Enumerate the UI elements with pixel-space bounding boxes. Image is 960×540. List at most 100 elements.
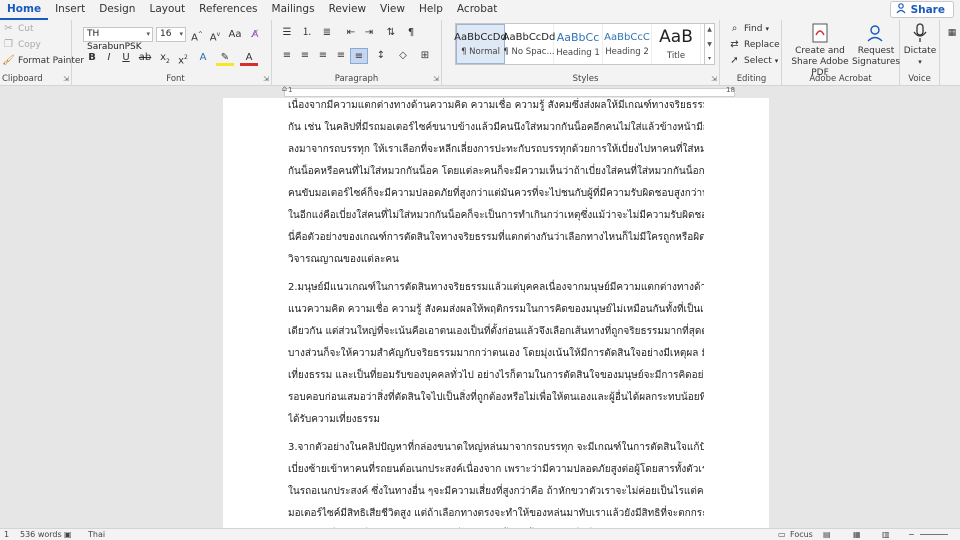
chevron-down-icon[interactable]: ▼ bbox=[707, 41, 712, 48]
font-name-select[interactable]: TH SarabunPSK ▾ bbox=[83, 27, 153, 52]
clipboard-launcher-icon[interactable]: ⇲ bbox=[63, 75, 69, 83]
tab-acrobat[interactable]: Acrobat bbox=[450, 0, 505, 20]
style-heading-2[interactable]: AaBbCcC Heading 2 bbox=[603, 24, 652, 64]
style-heading-1[interactable]: AaBbCc Heading 1 bbox=[554, 24, 603, 64]
language-indicator[interactable]: Thai bbox=[88, 530, 105, 539]
change-case-icon[interactable]: Aa bbox=[226, 27, 244, 43]
shading-icon[interactable]: ◇ bbox=[394, 48, 412, 64]
document-line[interactable]: 3.จากตัวอย่างในคลิปปัญหาที่กล่องขนาดใหญ่… bbox=[288, 438, 704, 460]
document-line[interactable]: ลงมาจากรถบรรทุก ให้เราเลือกที่จะหลีกเลี่… bbox=[288, 140, 704, 162]
bullets-icon[interactable]: ☰ bbox=[278, 25, 296, 41]
bold-icon[interactable]: B bbox=[83, 50, 101, 66]
document-line[interactable]: ในอีกแง่คือเบี่ยงใส่คนที่ไม่ใส่หมวกกันน็… bbox=[288, 206, 704, 228]
document-line[interactable]: บางส่วนก็จะให้ความสำคัญกับจริยธรรมมากกว่… bbox=[288, 344, 704, 366]
tab-layout[interactable]: Layout bbox=[142, 0, 192, 20]
document-line[interactable]: เนื่องจากมีความแตกต่างทางด้านความคิด ควา… bbox=[288, 98, 704, 118]
font-size-select[interactable]: 16 ▾ bbox=[156, 27, 186, 42]
align-left-icon[interactable]: ≡ bbox=[278, 48, 296, 64]
style-no-spacing[interactable]: AaBbCcDd ¶ No Spac... bbox=[503, 24, 555, 64]
italic-icon[interactable]: I bbox=[100, 50, 118, 66]
print-layout-icon[interactable]: ▦ bbox=[853, 530, 861, 539]
indent-marker-icon[interactable]: ⌂ bbox=[282, 84, 287, 93]
borders-icon[interactable]: ⊞ bbox=[416, 48, 434, 64]
document-line[interactable]: เบี่ยงซ้ายเข้าหาคนที่รถยนต์อเนกประสงค์เน… bbox=[288, 460, 704, 482]
document-page[interactable]: เนื่องจากมีความแตกต่างทางด้านความคิด ควา… bbox=[223, 98, 769, 528]
zoom-slider[interactable] bbox=[920, 534, 948, 535]
dictate-button[interactable]: Dictate ▾ bbox=[902, 22, 938, 68]
page-number[interactable]: 1 bbox=[4, 530, 9, 539]
document-line[interactable]: กันน็อคหรือคนที่ไม่ใส่หมวกกันน็อค โดยแต่… bbox=[288, 162, 704, 184]
web-layout-icon[interactable]: ▥ bbox=[882, 530, 890, 539]
word-count[interactable]: 536 words bbox=[20, 530, 62, 539]
document-line[interactable]: เดียวกัน แต่ส่วนใหญ่ที่จะเน้นคือเอาตนเอง… bbox=[288, 322, 704, 344]
create-share-pdf-button[interactable]: Create and Share Adobe PDF bbox=[788, 22, 852, 79]
tab-help[interactable]: Help bbox=[412, 0, 450, 20]
format-painter-button[interactable]: 🖌 Format Painter bbox=[2, 55, 84, 67]
strikethrough-icon[interactable]: ab bbox=[136, 50, 154, 66]
read-mode-icon[interactable]: ▤ bbox=[823, 530, 831, 539]
document-line[interactable]: ในรถอเนกประสงค์ ซึ่งในทางอื่น ๆจะมีความเ… bbox=[288, 482, 704, 504]
font-launcher-icon[interactable]: ⇲ bbox=[263, 75, 269, 83]
select-button[interactable]: ➚ Select ▾ bbox=[728, 55, 778, 67]
subscript-icon[interactable]: x2 bbox=[156, 50, 174, 66]
more-styles-icon[interactable]: ▾ bbox=[708, 55, 711, 62]
share-button[interactable]: Share bbox=[889, 1, 954, 18]
find-button[interactable]: ⌕ Find ▾ bbox=[728, 23, 769, 35]
copy-button[interactable]: ❐ Copy bbox=[2, 39, 41, 51]
paragraph-launcher-icon[interactable]: ⇲ bbox=[433, 75, 439, 83]
focus-icon[interactable]: ▭ bbox=[778, 530, 786, 539]
increase-indent-icon[interactable]: ⇥ bbox=[360, 25, 378, 41]
request-signatures-button[interactable]: Request Signatures bbox=[852, 22, 900, 68]
proofing-icon[interactable]: ▣ bbox=[64, 530, 72, 539]
text-effects-icon[interactable]: A bbox=[194, 50, 212, 66]
shrink-font-icon[interactable]: Av bbox=[206, 27, 224, 43]
tab-home[interactable]: Home bbox=[0, 0, 49, 20]
tab-review[interactable]: Review bbox=[322, 0, 373, 20]
zoom-out-icon[interactable]: − bbox=[908, 530, 915, 539]
align-right-icon[interactable]: ≡ bbox=[314, 48, 332, 64]
share-label: Share bbox=[910, 3, 945, 16]
show-formatting-icon[interactable]: ¶ bbox=[402, 25, 420, 41]
document-line[interactable]: แนวความคิด ความเชื่อ ความรู้ สังคมส่งผลใ… bbox=[288, 300, 704, 322]
clear-formatting-icon[interactable]: A̸ bbox=[246, 27, 264, 43]
document-line[interactable]: นี่คือตัวอย่างของเกณฑ์การตัดสินใจทางจริย… bbox=[288, 228, 704, 250]
tab-design[interactable]: Design bbox=[92, 0, 142, 20]
sort-icon[interactable]: ⇅ bbox=[382, 25, 400, 41]
ruler-track[interactable] bbox=[284, 88, 735, 97]
justify-icon[interactable]: ≡ bbox=[332, 48, 350, 64]
tab-insert[interactable]: Insert bbox=[48, 0, 92, 20]
replace-button[interactable]: ⇄ Replace bbox=[728, 39, 779, 51]
chevron-up-icon[interactable]: ▲ bbox=[707, 26, 712, 33]
superscript-icon[interactable]: x2 bbox=[174, 50, 192, 66]
cut-button[interactable]: ✂ Cut bbox=[2, 23, 33, 35]
tab-mailings[interactable]: Mailings bbox=[265, 0, 322, 20]
underline-icon[interactable]: U bbox=[117, 50, 135, 66]
highlight-icon[interactable]: ✎ bbox=[216, 50, 234, 66]
document-line[interactable]: รอบคอบก่อนเสมอว่าสิ่งที่ตัดสินใจไปเป็นสิ… bbox=[288, 388, 704, 410]
decrease-indent-icon[interactable]: ⇤ bbox=[342, 25, 360, 41]
overflow-button[interactable]: ▦ bbox=[944, 22, 960, 46]
line-spacing-icon[interactable]: ↕ bbox=[372, 48, 390, 64]
document-line[interactable]: 2.มนุษย์มีแนวเกณฑ์ในการตัดสินทางจริยธรรม… bbox=[288, 278, 704, 300]
style-normal[interactable]: AaBbCcDd ¶ Normal bbox=[454, 24, 507, 64]
document-line[interactable]: วิจารณญาณของแต่ละคน bbox=[288, 250, 704, 272]
align-center-icon[interactable]: ≡ bbox=[296, 48, 314, 64]
focus-button[interactable]: Focus bbox=[790, 530, 813, 539]
font-color-icon[interactable]: A bbox=[240, 50, 258, 66]
document-line[interactable]: เที่ยงธรรม และเป็นที่ยอมรับของบุคคลทั่วไ… bbox=[288, 366, 704, 388]
multilevel-list-icon[interactable]: ≣ bbox=[318, 25, 336, 41]
horizontal-ruler[interactable]: 1 18 ⌂ bbox=[0, 84, 960, 98]
grow-font-icon[interactable]: A^ bbox=[188, 27, 206, 43]
document-line[interactable]: คนขับมอเตอร์ไซค์ก็จะมีความปลอดภัยที่สูงก… bbox=[288, 184, 704, 206]
document-line[interactable]: กัน เช่น ในคลิปที่มีรถมอเตอร์ไซค์ขนาบข้า… bbox=[288, 118, 704, 140]
document-line[interactable]: ได้รับความเที่ยงธรรม bbox=[288, 410, 704, 432]
tab-references[interactable]: References bbox=[192, 0, 264, 20]
styles-launcher-icon[interactable]: ⇲ bbox=[711, 75, 717, 83]
styles-scroll[interactable]: ▲ ▼ ▾ bbox=[705, 23, 715, 65]
document-body[interactable]: เนื่องจากมีความแตกต่างทางด้านความคิด ควา… bbox=[288, 98, 704, 528]
tab-view[interactable]: View bbox=[373, 0, 412, 20]
style-title[interactable]: AaB Title bbox=[652, 24, 701, 64]
document-line[interactable]: มอเตอร์ไซค์มีสิทธิเสียชีวิตสูง แต่ถ้าเลื… bbox=[288, 504, 704, 526]
numbering-icon[interactable]: ⒈ bbox=[298, 25, 316, 41]
thai-distributed-icon[interactable]: ≡ bbox=[350, 48, 368, 64]
